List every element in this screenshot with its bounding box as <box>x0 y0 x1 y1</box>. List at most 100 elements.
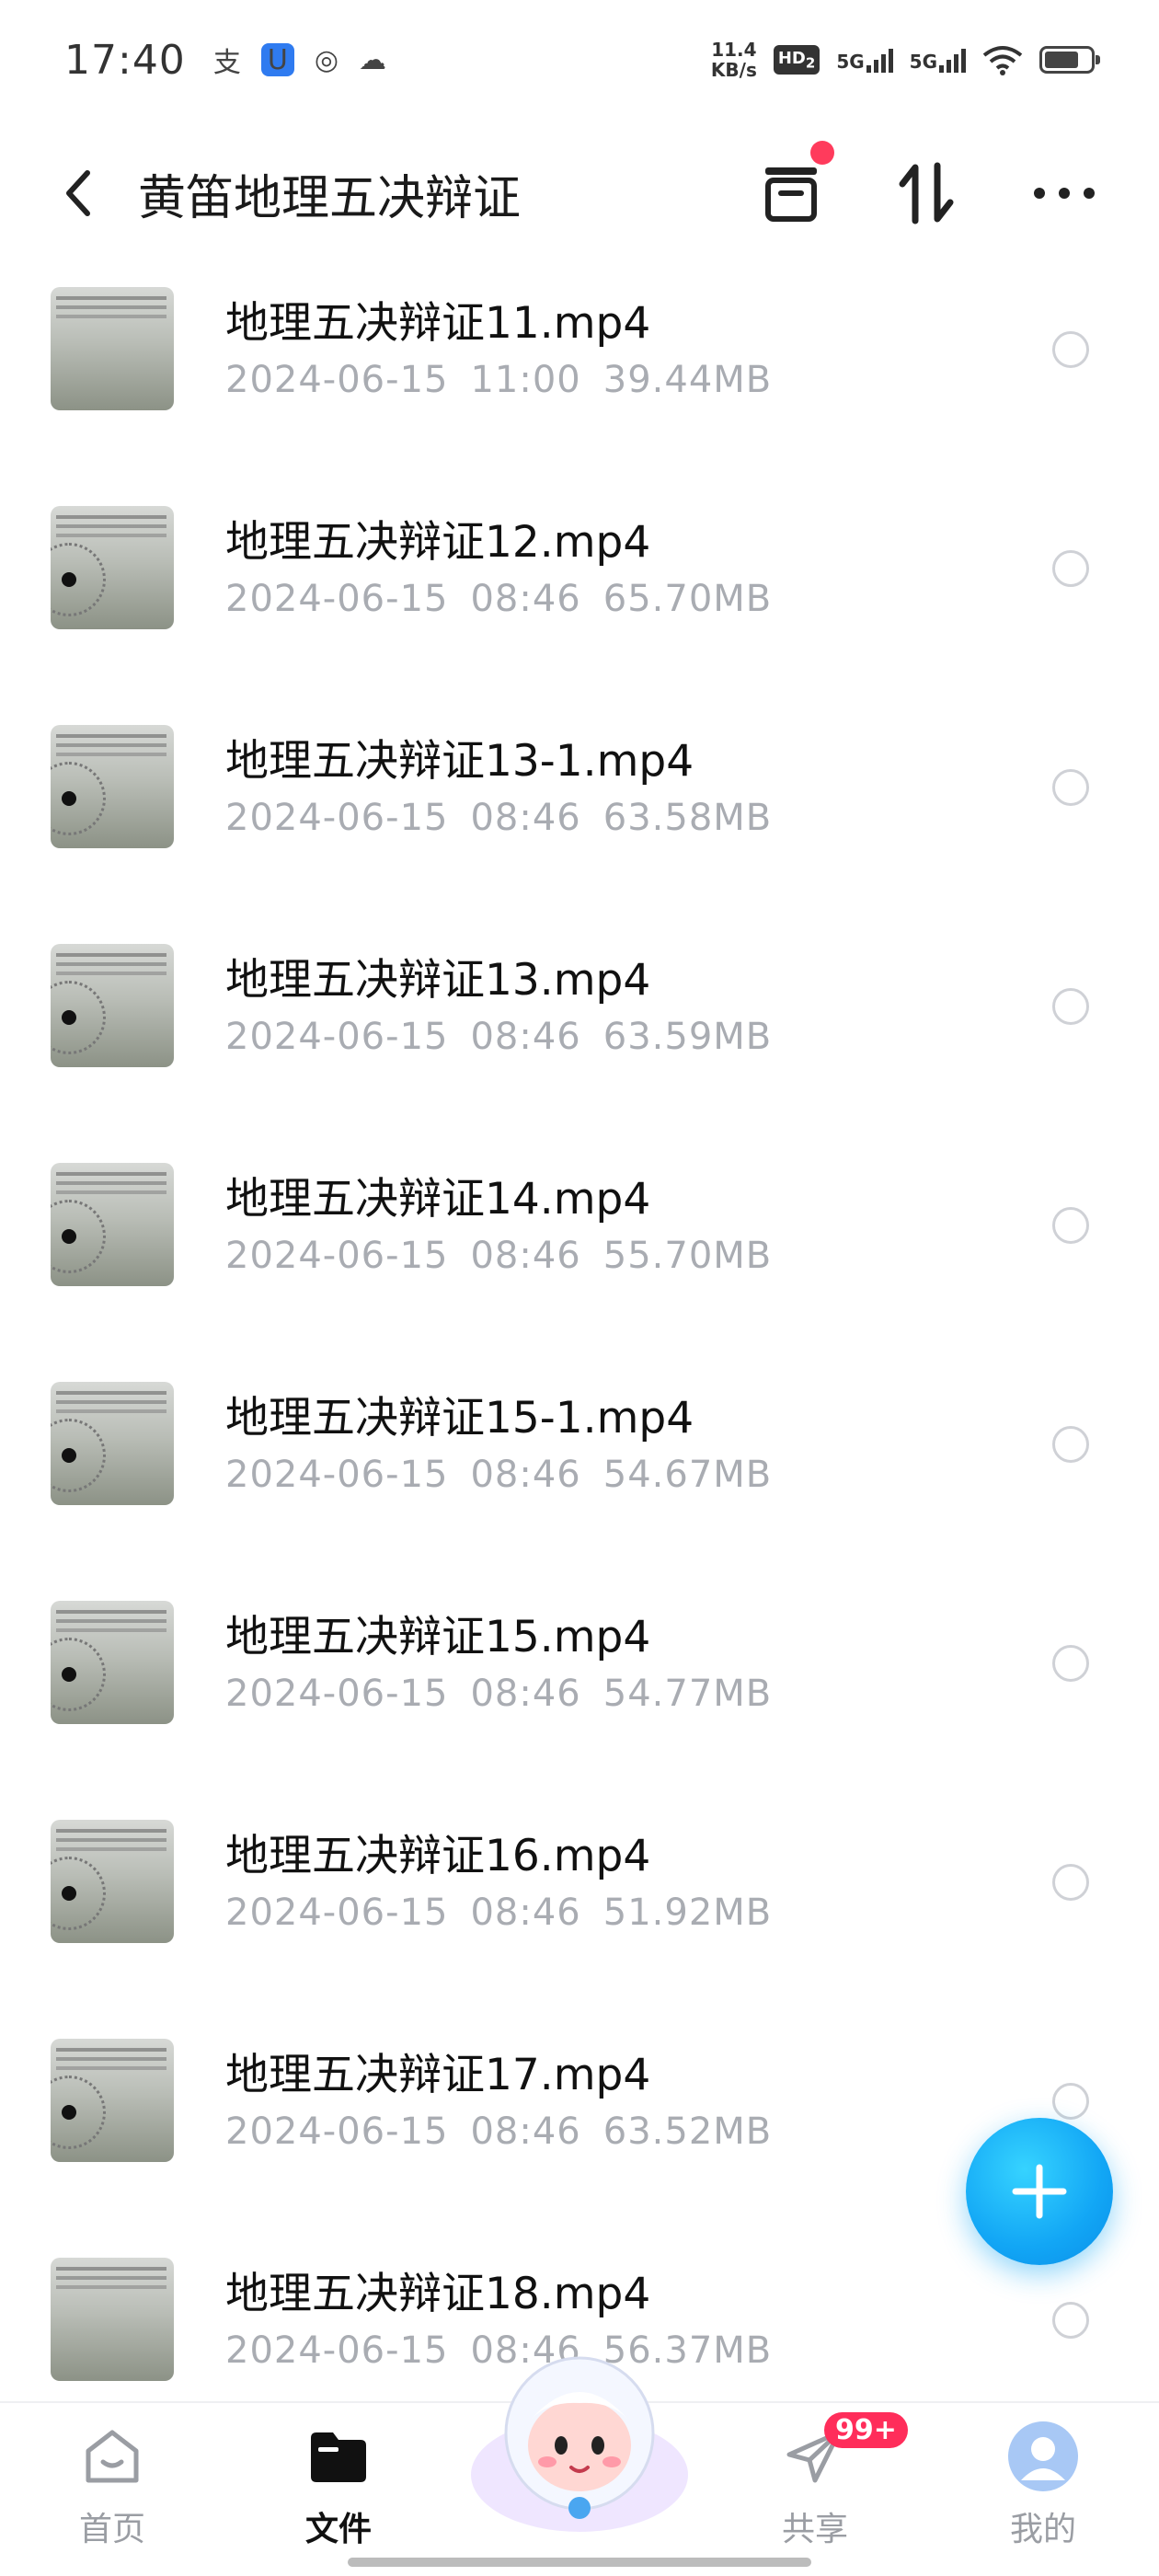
home-indicator <box>348 2558 811 2567</box>
file-date: 2024-06-15 <box>225 2329 449 2372</box>
file-row[interactable]: 地理五决辩证15-1.mp4 2024-06-15 08:46 54.67MB <box>0 1362 1159 1581</box>
file-time: 08:46 <box>470 1016 581 1058</box>
mascot-button[interactable] <box>465 2337 694 2539</box>
file-meta: 2024-06-15 08:46 54.77MB <box>225 1673 772 1715</box>
select-checkbox[interactable] <box>1052 988 1089 1025</box>
back-button[interactable] <box>46 161 110 225</box>
wifi-icon <box>982 46 1023 75</box>
file-name: 地理五决辩证11.mp4 <box>225 298 651 349</box>
file-meta: 2024-06-15 08:46 63.59MB <box>225 1016 772 1058</box>
file-meta: 2024-06-15 11:00 39.44MB <box>225 359 772 401</box>
file-size: 39.44MB <box>602 359 773 401</box>
select-checkbox[interactable] <box>1052 1426 1089 1463</box>
hd-sub: 2 <box>805 54 816 72</box>
select-checkbox[interactable] <box>1052 1207 1089 1244</box>
file-name: 地理五决辩证13-1.mp4 <box>225 736 694 787</box>
tab-files[interactable]: 文件 <box>247 2403 430 2569</box>
notification-dot <box>810 141 834 165</box>
file-date: 2024-06-15 <box>225 1235 449 1277</box>
file-name: 地理五决辩证13.mp4 <box>225 955 651 1006</box>
file-date: 2024-06-15 <box>225 2110 449 2153</box>
status-time: 17:40 <box>64 36 186 84</box>
file-date: 2024-06-15 <box>225 1016 449 1058</box>
tab-share[interactable]: 99+ 共享 <box>723 2403 908 2569</box>
file-date: 2024-06-15 <box>225 1454 449 1496</box>
file-meta: 2024-06-15 08:46 54.67MB <box>225 1454 772 1496</box>
file-row[interactable]: 地理五决辩证15.mp4 2024-06-15 08:46 54.77MB <box>0 1581 1159 1800</box>
file-meta: 2024-06-15 08:46 51.92MB <box>225 1892 772 1934</box>
file-time: 11:00 <box>470 359 581 401</box>
file-time: 08:46 <box>470 1235 581 1277</box>
alipay-icon: 支 <box>212 47 241 79</box>
system-indicators: 11.4 KB/s HD2 5G 5G <box>711 40 1100 80</box>
select-checkbox[interactable] <box>1052 331 1089 368</box>
file-size: 65.70MB <box>602 578 773 620</box>
video-thumbnail <box>51 1820 174 1943</box>
file-name: 地理五决辩证15-1.mp4 <box>225 1393 694 1443</box>
cloud-icon: ☁ <box>359 43 386 76</box>
net-speed-unit: KB/s <box>710 59 757 81</box>
file-date: 2024-06-15 <box>225 797 449 839</box>
file-date: 2024-06-15 <box>225 359 449 401</box>
profile-icon <box>1006 2420 1080 2493</box>
tab-profile[interactable]: 我的 <box>951 2403 1135 2569</box>
file-size: 55.70MB <box>602 1235 773 1277</box>
signal-5g-icon-2: 5G <box>910 47 966 73</box>
select-checkbox[interactable] <box>1052 769 1089 806</box>
network-speed: 11.4 KB/s <box>711 40 757 80</box>
share-badge: 99+ <box>824 2412 908 2448</box>
file-time: 08:46 <box>470 578 581 620</box>
file-meta: 2024-06-15 08:46 63.58MB <box>225 797 772 839</box>
tab-label: 共享 <box>781 2511 848 2548</box>
file-size: 63.52MB <box>602 2110 773 2153</box>
file-row[interactable]: 地理五决辩证11.mp4 2024-06-15 11:00 39.44MB <box>0 267 1159 486</box>
tab-label: 我的 <box>1009 2511 1076 2548</box>
status-bar: 17:40 支 U ◎ ☁ 11.4 KB/s HD2 5G 5G <box>0 0 1159 120</box>
file-date: 2024-06-15 <box>225 578 449 620</box>
folder-icon <box>302 2420 375 2493</box>
file-name: 地理五决辩证15.mp4 <box>225 1612 651 1662</box>
file-time: 08:46 <box>470 2110 581 2153</box>
file-meta: 2024-06-15 08:46 63.52MB <box>225 2110 772 2153</box>
file-name: 地理五决辩证16.mp4 <box>225 1831 651 1881</box>
file-row[interactable]: 地理五决辩证14.mp4 2024-06-15 08:46 55.70MB <box>0 1143 1159 1362</box>
more-button[interactable] <box>1023 152 1106 235</box>
select-checkbox[interactable] <box>1052 1645 1089 1682</box>
file-size: 54.67MB <box>602 1454 773 1496</box>
add-button[interactable] <box>966 2118 1113 2265</box>
video-thumbnail <box>51 725 174 848</box>
app-header: 黄笛地理五决辩证 <box>0 138 1159 248</box>
file-name: 地理五决辩证18.mp4 <box>225 2269 651 2319</box>
app-badge-icon: U <box>260 43 294 76</box>
tab-label: 文件 <box>304 2511 372 2548</box>
file-size: 54.77MB <box>602 1673 773 1715</box>
plus-icon <box>1012 2164 1067 2219</box>
file-time: 08:46 <box>470 1673 581 1715</box>
select-checkbox[interactable] <box>1052 1864 1089 1901</box>
sort-icon <box>899 162 954 224</box>
video-thumbnail <box>51 1163 174 1286</box>
select-checkbox[interactable] <box>1052 2083 1089 2120</box>
home-icon <box>75 2420 149 2493</box>
signal-label-2: 5G <box>909 51 937 73</box>
tab-home[interactable]: 首页 <box>20 2403 204 2569</box>
video-thumbnail <box>51 2039 174 2162</box>
file-date: 2024-06-15 <box>225 1892 449 1934</box>
signal-label-1: 5G <box>836 51 865 73</box>
select-checkbox[interactable] <box>1052 2302 1089 2339</box>
file-row[interactable]: 地理五决辩证13-1.mp4 2024-06-15 08:46 63.58MB <box>0 705 1159 924</box>
hd-label: HD <box>777 48 806 68</box>
file-name: 地理五决辩证14.mp4 <box>225 1174 651 1225</box>
file-name: 地理五决辩证12.mp4 <box>225 517 651 568</box>
select-checkbox[interactable] <box>1052 550 1089 587</box>
file-row[interactable]: 地理五决辩证12.mp4 2024-06-15 08:46 65.70MB <box>0 486 1159 705</box>
file-date: 2024-06-15 <box>225 1673 449 1715</box>
file-size: 51.92MB <box>602 1892 773 1934</box>
file-row[interactable]: 地理五决辩证16.mp4 2024-06-15 08:46 51.92MB <box>0 1800 1159 2018</box>
file-row[interactable]: 地理五决辩证13.mp4 2024-06-15 08:46 63.59MB <box>0 924 1159 1143</box>
video-thumbnail <box>51 287 174 410</box>
sort-button[interactable] <box>886 152 969 235</box>
archive-button[interactable] <box>750 141 834 235</box>
tab-label: 首页 <box>78 2511 145 2548</box>
chevron-left-icon <box>66 170 90 216</box>
